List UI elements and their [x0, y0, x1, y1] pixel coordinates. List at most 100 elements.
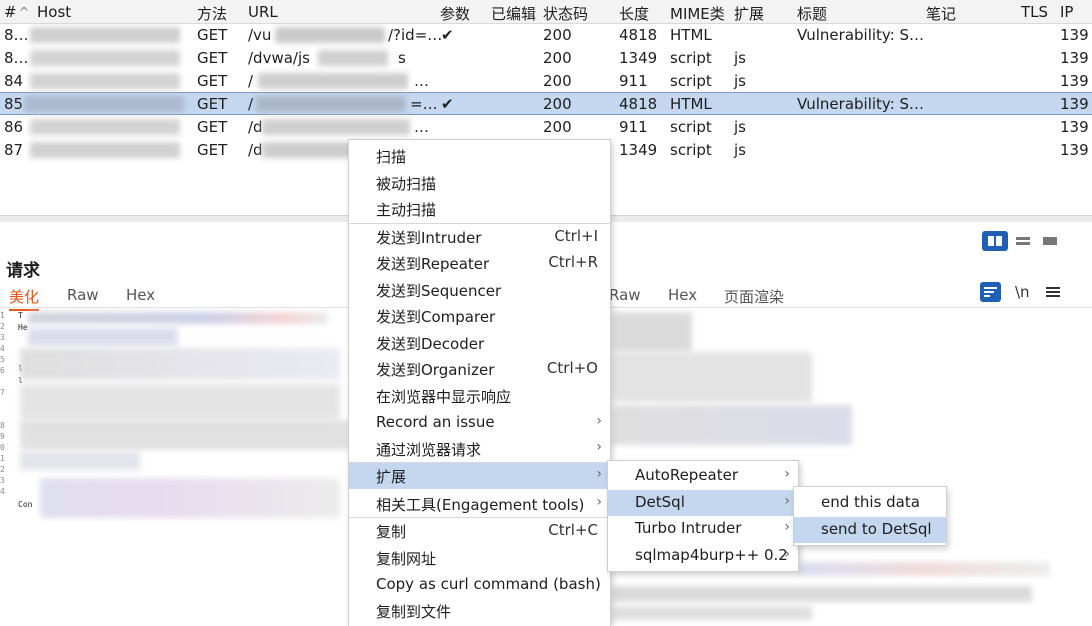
menu-item-copy-to-file[interactable]: 复制到文件	[349, 598, 610, 624]
horizontal-view-icon[interactable]	[1012, 231, 1034, 251]
menu-item-request-in-browser[interactable]: 通过浏览器请求 ›	[349, 436, 610, 462]
menu-item-send-to-decoder[interactable]: 发送到Decoder	[349, 330, 610, 356]
tab-response-hex[interactable]: Hex	[668, 286, 697, 304]
col-edited[interactable]: 已编辑	[491, 3, 536, 24]
row-url-tail: …	[414, 118, 429, 136]
sort-asc-icon[interactable]: ^	[19, 5, 29, 19]
redacted-host	[30, 142, 180, 158]
row-params: ✔	[441, 26, 454, 44]
split-view-icon[interactable]	[982, 231, 1008, 251]
tab-response-raw[interactable]: Raw	[609, 286, 641, 304]
col-notes[interactable]: 笔记	[926, 3, 956, 24]
chevron-right-icon: ›	[596, 466, 602, 482]
context-menu: 扫描 被动扫描 主动扫描 发送到Intruder Ctrl+I 发送到Repeat…	[348, 139, 611, 626]
redacted-request-content	[20, 420, 350, 450]
row-ext: js	[734, 118, 746, 136]
menu-item-send-to-sequencer[interactable]: 发送到Sequencer	[349, 277, 610, 303]
request-line-snippet: T	[18, 311, 23, 320]
row-title: Vulnerability: S…	[797, 26, 925, 44]
row-mime: script	[670, 49, 712, 67]
redacted-url	[262, 142, 362, 158]
menu-item-show-response-in-browser[interactable]: 在浏览器中显示响应	[349, 383, 610, 409]
row-url: /	[248, 95, 254, 113]
row-ext: js	[734, 141, 746, 159]
redacted-host	[24, 96, 184, 112]
col-extension[interactable]: 扩展	[734, 3, 764, 24]
col-params[interactable]: 参数	[440, 3, 470, 24]
redacted-url	[275, 27, 385, 43]
menu-item-scan[interactable]: 扫描	[349, 143, 610, 169]
menu-item-extensions[interactable]: 扩展 ›	[349, 463, 610, 489]
col-mime[interactable]: MIME类	[670, 3, 725, 24]
chevron-right-icon: ›	[596, 494, 602, 510]
menu-item-end-this-data[interactable]: end this data	[794, 490, 946, 516]
word-wrap-icon[interactable]	[980, 282, 1001, 302]
table-row[interactable]: 84 GET / … 200 911 script js 139	[0, 70, 1092, 93]
menu-item-active-scan[interactable]: 主动扫描	[349, 196, 610, 222]
chevron-right-icon: ›	[784, 466, 790, 482]
menu-item-turbo-intruder[interactable]: Turbo Intruder ›	[608, 516, 798, 542]
tab-hex[interactable]: Hex	[126, 286, 155, 304]
menu-item-copy-url[interactable]: 复制网址	[349, 545, 610, 571]
col-status[interactable]: 状态码	[543, 3, 588, 24]
menu-item-passive-scan[interactable]: 被动扫描	[349, 170, 610, 196]
col-host[interactable]: Host	[37, 3, 71, 21]
menu-item-copy-as-curl[interactable]: Copy as curl command (bash)	[349, 572, 610, 598]
newline-icon[interactable]: \n	[1015, 283, 1030, 301]
row-number: 86	[4, 118, 24, 136]
menu-item-engagement-tools[interactable]: 相关工具(Engagement tools) ›	[349, 491, 610, 517]
row-ip: 139	[1060, 72, 1089, 90]
redacted-host	[30, 27, 180, 43]
row-url: /vu	[248, 26, 272, 44]
tab-response-render[interactable]: 页面渲染	[724, 286, 784, 307]
col-ip[interactable]: IP	[1060, 3, 1073, 21]
row-method: GET	[197, 26, 228, 44]
table-row[interactable]: 86 GET /d … 200 911 script js 139	[0, 116, 1092, 139]
row-mime: script	[670, 118, 712, 136]
redacted-host	[30, 50, 180, 66]
menu-item-detsql[interactable]: DetSql ›	[608, 490, 798, 516]
hamburger-menu-icon[interactable]	[1043, 283, 1063, 301]
menu-item-sqlmap4burp[interactable]: sqlmap4burp++ 0.2 ›	[608, 543, 798, 569]
row-mime: script	[670, 72, 712, 90]
row-length: 4818	[619, 26, 658, 44]
request-line-snippet: Con	[18, 500, 33, 509]
chevron-right-icon: ›	[596, 413, 602, 429]
col-length[interactable]: 长度	[619, 3, 649, 24]
tab-raw[interactable]: Raw	[67, 286, 99, 304]
redacted-response-content	[612, 586, 1032, 602]
menu-item-send-to-organizer[interactable]: 发送到Organizer Ctrl+O	[349, 356, 610, 382]
menu-item-record-issue[interactable]: Record an issue ›	[349, 410, 610, 436]
menu-item-autorepeater[interactable]: AutoRepeater ›	[608, 463, 798, 489]
row-mime: HTML	[670, 26, 712, 44]
chevron-right-icon: ›	[784, 546, 790, 562]
redacted-request-content	[40, 478, 340, 518]
single-view-icon[interactable]	[1038, 231, 1062, 251]
row-title: Vulnerability: S…	[797, 95, 925, 113]
row-url: /dvwa/js	[248, 49, 310, 67]
row-length: 4818	[619, 95, 658, 113]
extensions-submenu: AutoRepeater › DetSql › Turbo Intruder › sq…	[607, 460, 799, 572]
menu-item-copy[interactable]: 复制 Ctrl+C	[349, 518, 610, 544]
request-pane-title: 请求	[6, 261, 40, 281]
menu-item-send-to-repeater[interactable]: 发送到Repeater Ctrl+R	[349, 250, 610, 276]
row-length: 1349	[619, 49, 658, 67]
table-row[interactable]: 8… GET /vu /?id=… ✔ 200 4818 HTML Vulner…	[0, 24, 1092, 47]
row-params: ✔	[441, 95, 454, 113]
table-row-selected[interactable]: 85 GET / =… ✔ 200 4818 HTML Vulnerabilit…	[0, 92, 1092, 115]
menu-item-send-to-detsql[interactable]: send to DetSql	[794, 517, 946, 543]
menu-item-send-to-intruder[interactable]: 发送到Intruder Ctrl+I	[349, 224, 610, 250]
menu-item-send-to-comparer[interactable]: 发送到Comparer	[349, 303, 610, 329]
request-line-snippet: He	[18, 323, 28, 332]
redacted-response-content	[612, 312, 692, 352]
tab-divider	[551, 307, 1092, 308]
col-method[interactable]: 方法	[197, 3, 227, 24]
row-url: /d	[248, 118, 263, 136]
col-number[interactable]: #	[4, 3, 17, 21]
row-number: 87	[4, 141, 24, 159]
redacted-host	[30, 119, 180, 135]
table-row[interactable]: 8… GET /dvwa/js s 200 1349 script js 139	[0, 47, 1092, 70]
col-url[interactable]: URL	[248, 3, 278, 21]
col-tls[interactable]: TLS	[1021, 3, 1048, 21]
col-title[interactable]: 标题	[797, 3, 827, 24]
